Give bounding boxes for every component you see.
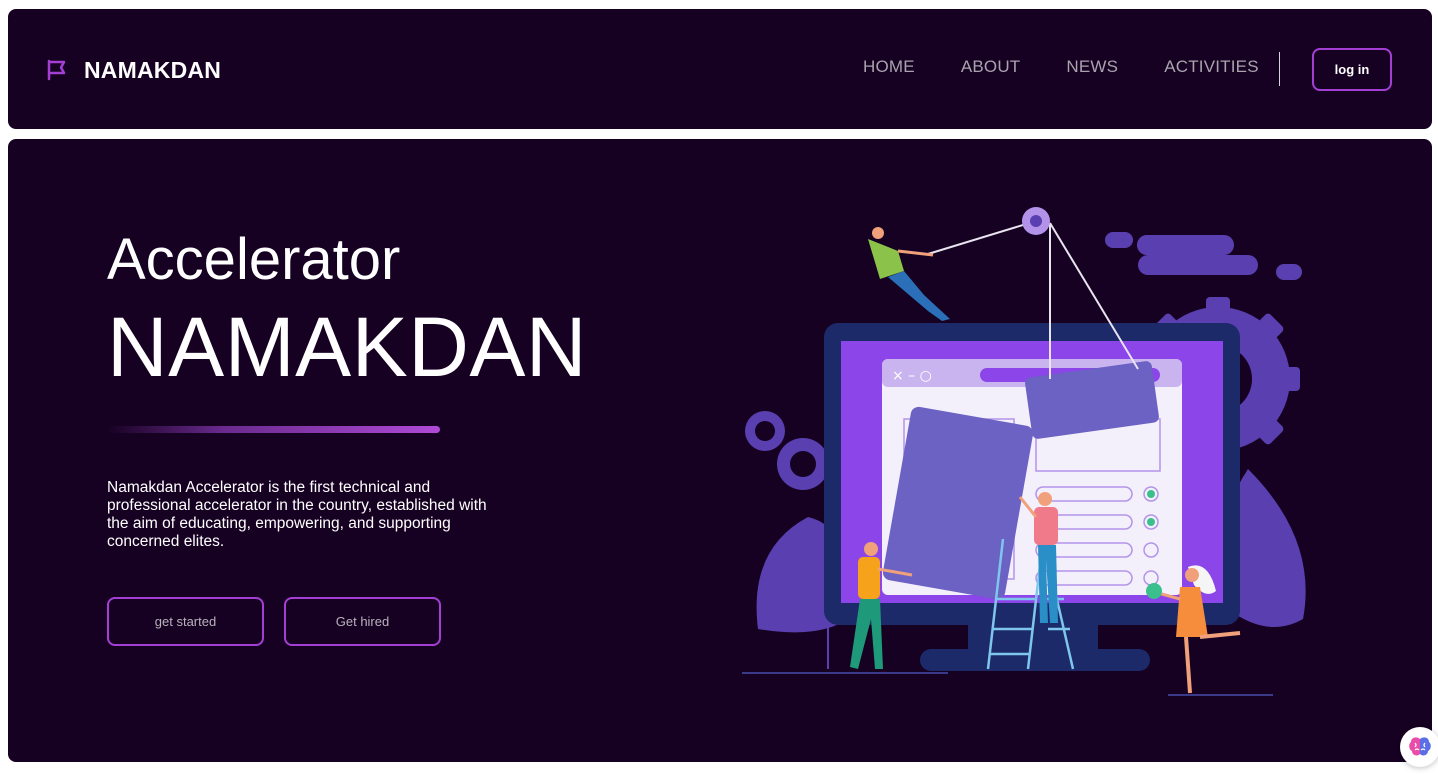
svg-text:× – ○: × – ○ [892,368,932,384]
gear-small [745,411,829,490]
hero-description: Namakdan Accelerator is the first techni… [107,479,487,550]
main-nav: HOME ABOUT NEWS ACTIVITIES [863,57,1259,77]
get-hired-button[interactable]: Get hired [284,597,441,646]
brand-logo[interactable]: NAMAKDAN [46,55,221,85]
person-pulling [868,227,950,321]
nav-link-about[interactable]: ABOUT [961,57,1021,77]
brand-name: NAMAKDAN [84,56,222,83]
nav-divider [1279,52,1280,86]
navbar: NAMAKDAN HOME ABOUT NEWS ACTIVITIES log … [8,9,1432,129]
hero-divider [107,426,440,433]
get-started-button[interactable]: get started [107,597,264,646]
nav-link-activities[interactable]: ACTIVITIES [1164,57,1259,77]
hero-subtitle: Accelerator [107,227,401,292]
team-illustration: × – ○ [742,207,1306,696]
flag-icon [47,59,66,81]
nav-link-home[interactable]: HOME [863,57,915,77]
hero-title: NAMAKDAN [107,300,588,394]
hero-section: Accelerator NAMAKDAN Namakdan Accelerato… [8,139,1432,762]
login-button[interactable]: log in [1312,48,1392,91]
chat-widget-button[interactable] [1400,727,1438,767]
brain-icon [1409,737,1431,756]
clouds [1105,232,1302,280]
nav-link-news[interactable]: NEWS [1066,57,1118,77]
